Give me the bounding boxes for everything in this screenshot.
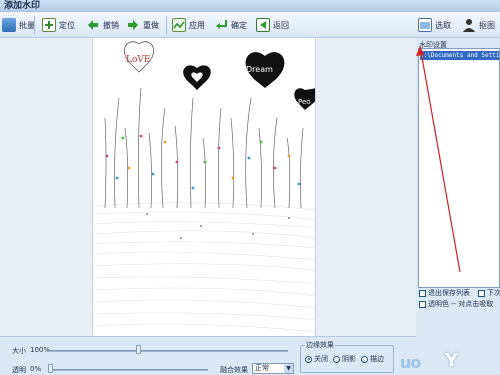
border-shadow-option[interactable]: 阴影 — [333, 354, 356, 364]
opacity-label: 透明 — [12, 366, 26, 374]
opacity-slider-track[interactable] — [48, 369, 208, 371]
border-effect-group: 边缘效果 关闭 阴影 描边 — [300, 340, 394, 373]
site-watermark: uo — [400, 353, 421, 372]
border-shadow-label: 阴影 — [342, 355, 356, 363]
border-outline-radio[interactable] — [361, 355, 368, 363]
blend-value: 正常 — [255, 364, 269, 372]
adjustments-panel: 大小 100% 透明 0% 融合效果 正常 ▼ 边缘效果 关闭 阴影 描边 — [0, 336, 416, 375]
border-shadow-radio[interactable] — [333, 355, 340, 363]
site-watermark-logo: Y — [445, 350, 459, 371]
border-off-radio[interactable] — [305, 355, 312, 363]
blend-select[interactable]: 正常 ▼ — [252, 363, 294, 374]
size-value: 100% — [30, 346, 51, 354]
size-label: 大小 — [12, 347, 26, 355]
border-outline-label: 描边 — [370, 355, 384, 363]
blend-label: 融合效果 — [220, 366, 248, 374]
annotation-overlay — [416, 45, 461, 273]
border-off-label: 关闭 — [314, 355, 328, 363]
chevron-down-icon[interactable]: ▼ — [284, 364, 293, 373]
add-watermark-window: 添加水印 批量 定位 撤销 重做 应用 确定 返回 选取 抠图 LoVE Dre… — [0, 0, 500, 375]
opacity-value: 0% — [30, 365, 42, 373]
border-outline-option[interactable]: 描边 — [361, 354, 384, 364]
size-slider-thumb[interactable] — [136, 345, 141, 354]
border-off-option[interactable]: 关闭 — [305, 354, 328, 364]
border-effect-title: 边缘效果 — [305, 340, 335, 350]
size-slider-track[interactable] — [48, 350, 288, 352]
opacity-slider-thumb[interactable] — [48, 364, 53, 373]
